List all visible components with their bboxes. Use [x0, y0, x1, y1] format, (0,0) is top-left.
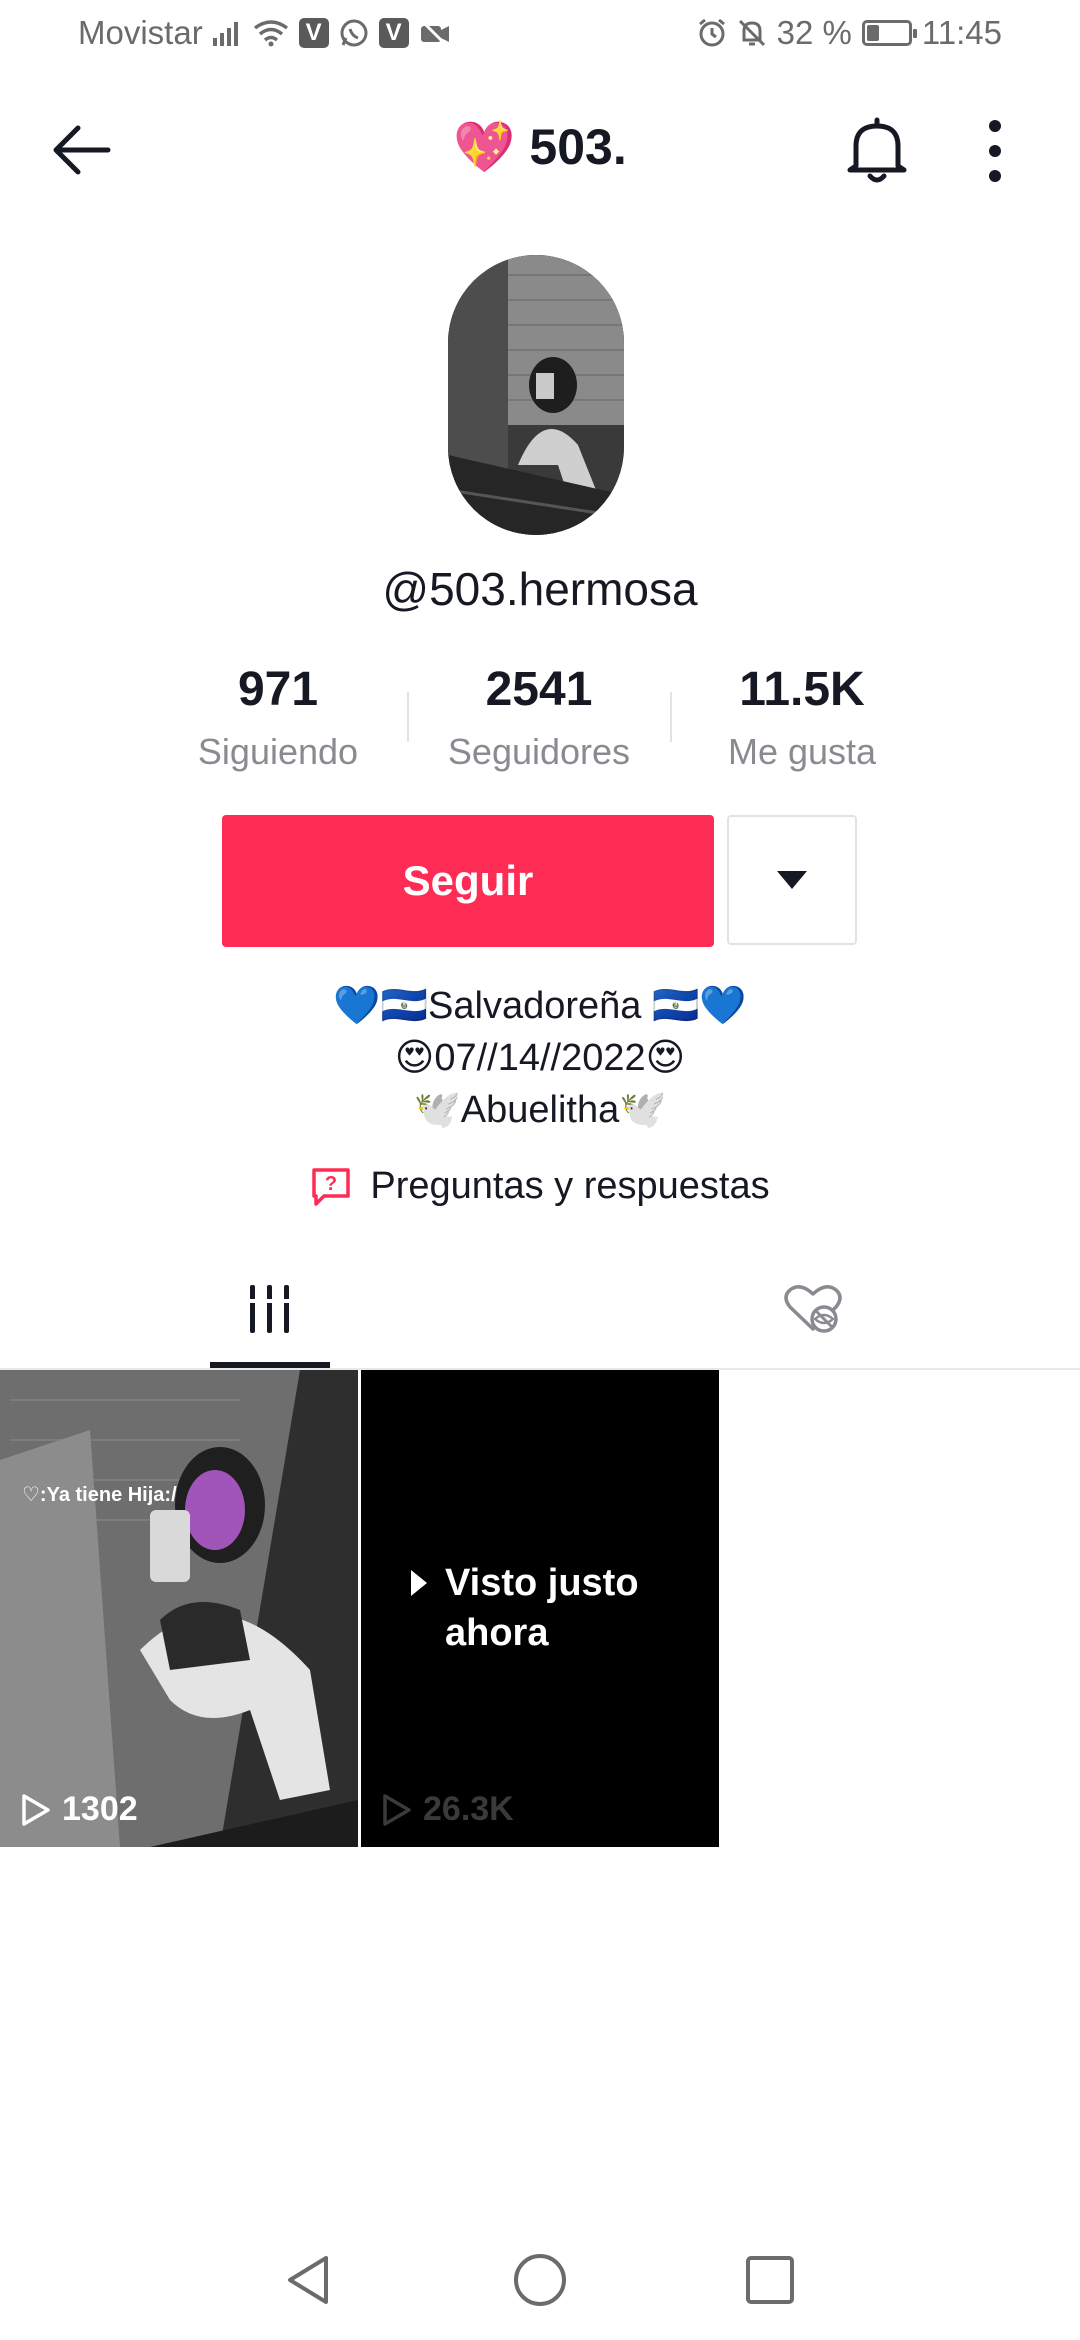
following-label: Siguiendo	[197, 731, 359, 772]
signal-icon	[212, 20, 243, 46]
more-vertical-icon	[989, 120, 1001, 182]
battery-icon	[861, 20, 917, 46]
whatsapp-icon	[339, 18, 369, 48]
profile-tabs	[0, 1250, 1080, 1370]
username: @503.hermosa	[382, 563, 698, 615]
profile-header: 💖 503.	[0, 100, 1080, 200]
clock: 11:45	[921, 14, 1002, 51]
stat-following[interactable]: 971 Siguiendo	[148, 662, 408, 773]
followers-count: 2541	[485, 663, 593, 716]
carrier-label: Movistar	[78, 14, 203, 51]
likes-count: 11.5K	[739, 663, 865, 716]
likes-label: Me gusta	[727, 731, 877, 772]
videos-grid-icon	[248, 1285, 292, 1333]
tab-liked[interactable]	[770, 1250, 856, 1368]
question-bubble-icon: ?	[312, 1167, 351, 1206]
video-caption: ♡:Ya tiene Hija:/	[22, 1484, 177, 1506]
mute-icon	[737, 18, 767, 48]
stat-followers[interactable]: 2541 Seguidores	[409, 662, 669, 773]
more-options-button[interactable]	[975, 114, 1015, 188]
nav-back-icon	[288, 2256, 328, 2304]
status-bar: Movistar V V 32 % 11:45	[0, 0, 1080, 72]
follow-button[interactable]: Seguir	[222, 815, 714, 947]
watched-overlay: Visto justo ahora	[409, 1558, 665, 1658]
view-count-value: 1302	[62, 1790, 138, 1828]
notifications-button[interactable]	[842, 114, 912, 188]
view-count-value: 26.3K	[423, 1790, 514, 1828]
status-right: 32 % 11:45	[697, 14, 1002, 52]
play-filled-icon	[411, 1570, 427, 1596]
bio-line: 🕊️Abuelitha🕊️	[413, 1089, 667, 1131]
qa-link[interactable]: ? Preguntas y respuestas	[0, 1165, 1080, 1208]
nav-back-button[interactable]	[280, 2250, 340, 2310]
view-count: 1302	[20, 1790, 138, 1829]
play-outline-icon	[22, 1793, 50, 1826]
caret-down-icon	[777, 871, 807, 889]
camera-off-icon	[419, 20, 451, 46]
nav-recents-button[interactable]	[740, 2250, 800, 2310]
bio-line: 💙🇸🇻Salvadoreña 🇸🇻💙	[333, 985, 747, 1027]
active-tab-indicator	[210, 1362, 330, 1368]
liked-hidden-icon	[784, 1285, 842, 1333]
bio-line: 😍07//14//2022😍	[394, 1037, 686, 1079]
status-left: Movistar V V	[78, 14, 451, 52]
followers-label: Seguidores	[447, 731, 631, 772]
alarm-icon	[697, 18, 727, 48]
video-tile[interactable]: Visto justo ahora 26.3K	[361, 1370, 719, 1847]
nav-recents-icon	[746, 2256, 794, 2304]
video-tile[interactable]: ♡:Ya tiene Hija:/ 1302	[0, 1370, 358, 1847]
svg-text:?: ?	[325, 1173, 337, 1195]
bell-icon	[847, 117, 907, 183]
tab-videos[interactable]	[210, 1250, 330, 1368]
page-title: 💖 503.	[453, 119, 627, 175]
suggested-accounts-button[interactable]	[727, 815, 857, 945]
view-count: 26.3K	[381, 1790, 514, 1829]
avatar[interactable]	[448, 255, 624, 535]
play-outline-icon	[383, 1793, 411, 1826]
stat-likes[interactable]: 11.5K Me gusta	[672, 662, 932, 773]
watched-label: Visto justo ahora	[445, 1562, 639, 1654]
system-nav-bar	[0, 2230, 1080, 2340]
qa-label: Preguntas y respuestas	[370, 1165, 770, 1207]
viber-icon: V	[298, 18, 329, 48]
nav-home-button[interactable]	[510, 2250, 570, 2310]
video-thumbnail	[0, 1370, 358, 1847]
nav-home-icon	[514, 2254, 566, 2306]
wifi-icon	[253, 19, 289, 47]
battery-percent: 32 %	[776, 14, 852, 51]
viber-icon: V	[378, 18, 409, 48]
following-count: 971	[237, 663, 319, 716]
